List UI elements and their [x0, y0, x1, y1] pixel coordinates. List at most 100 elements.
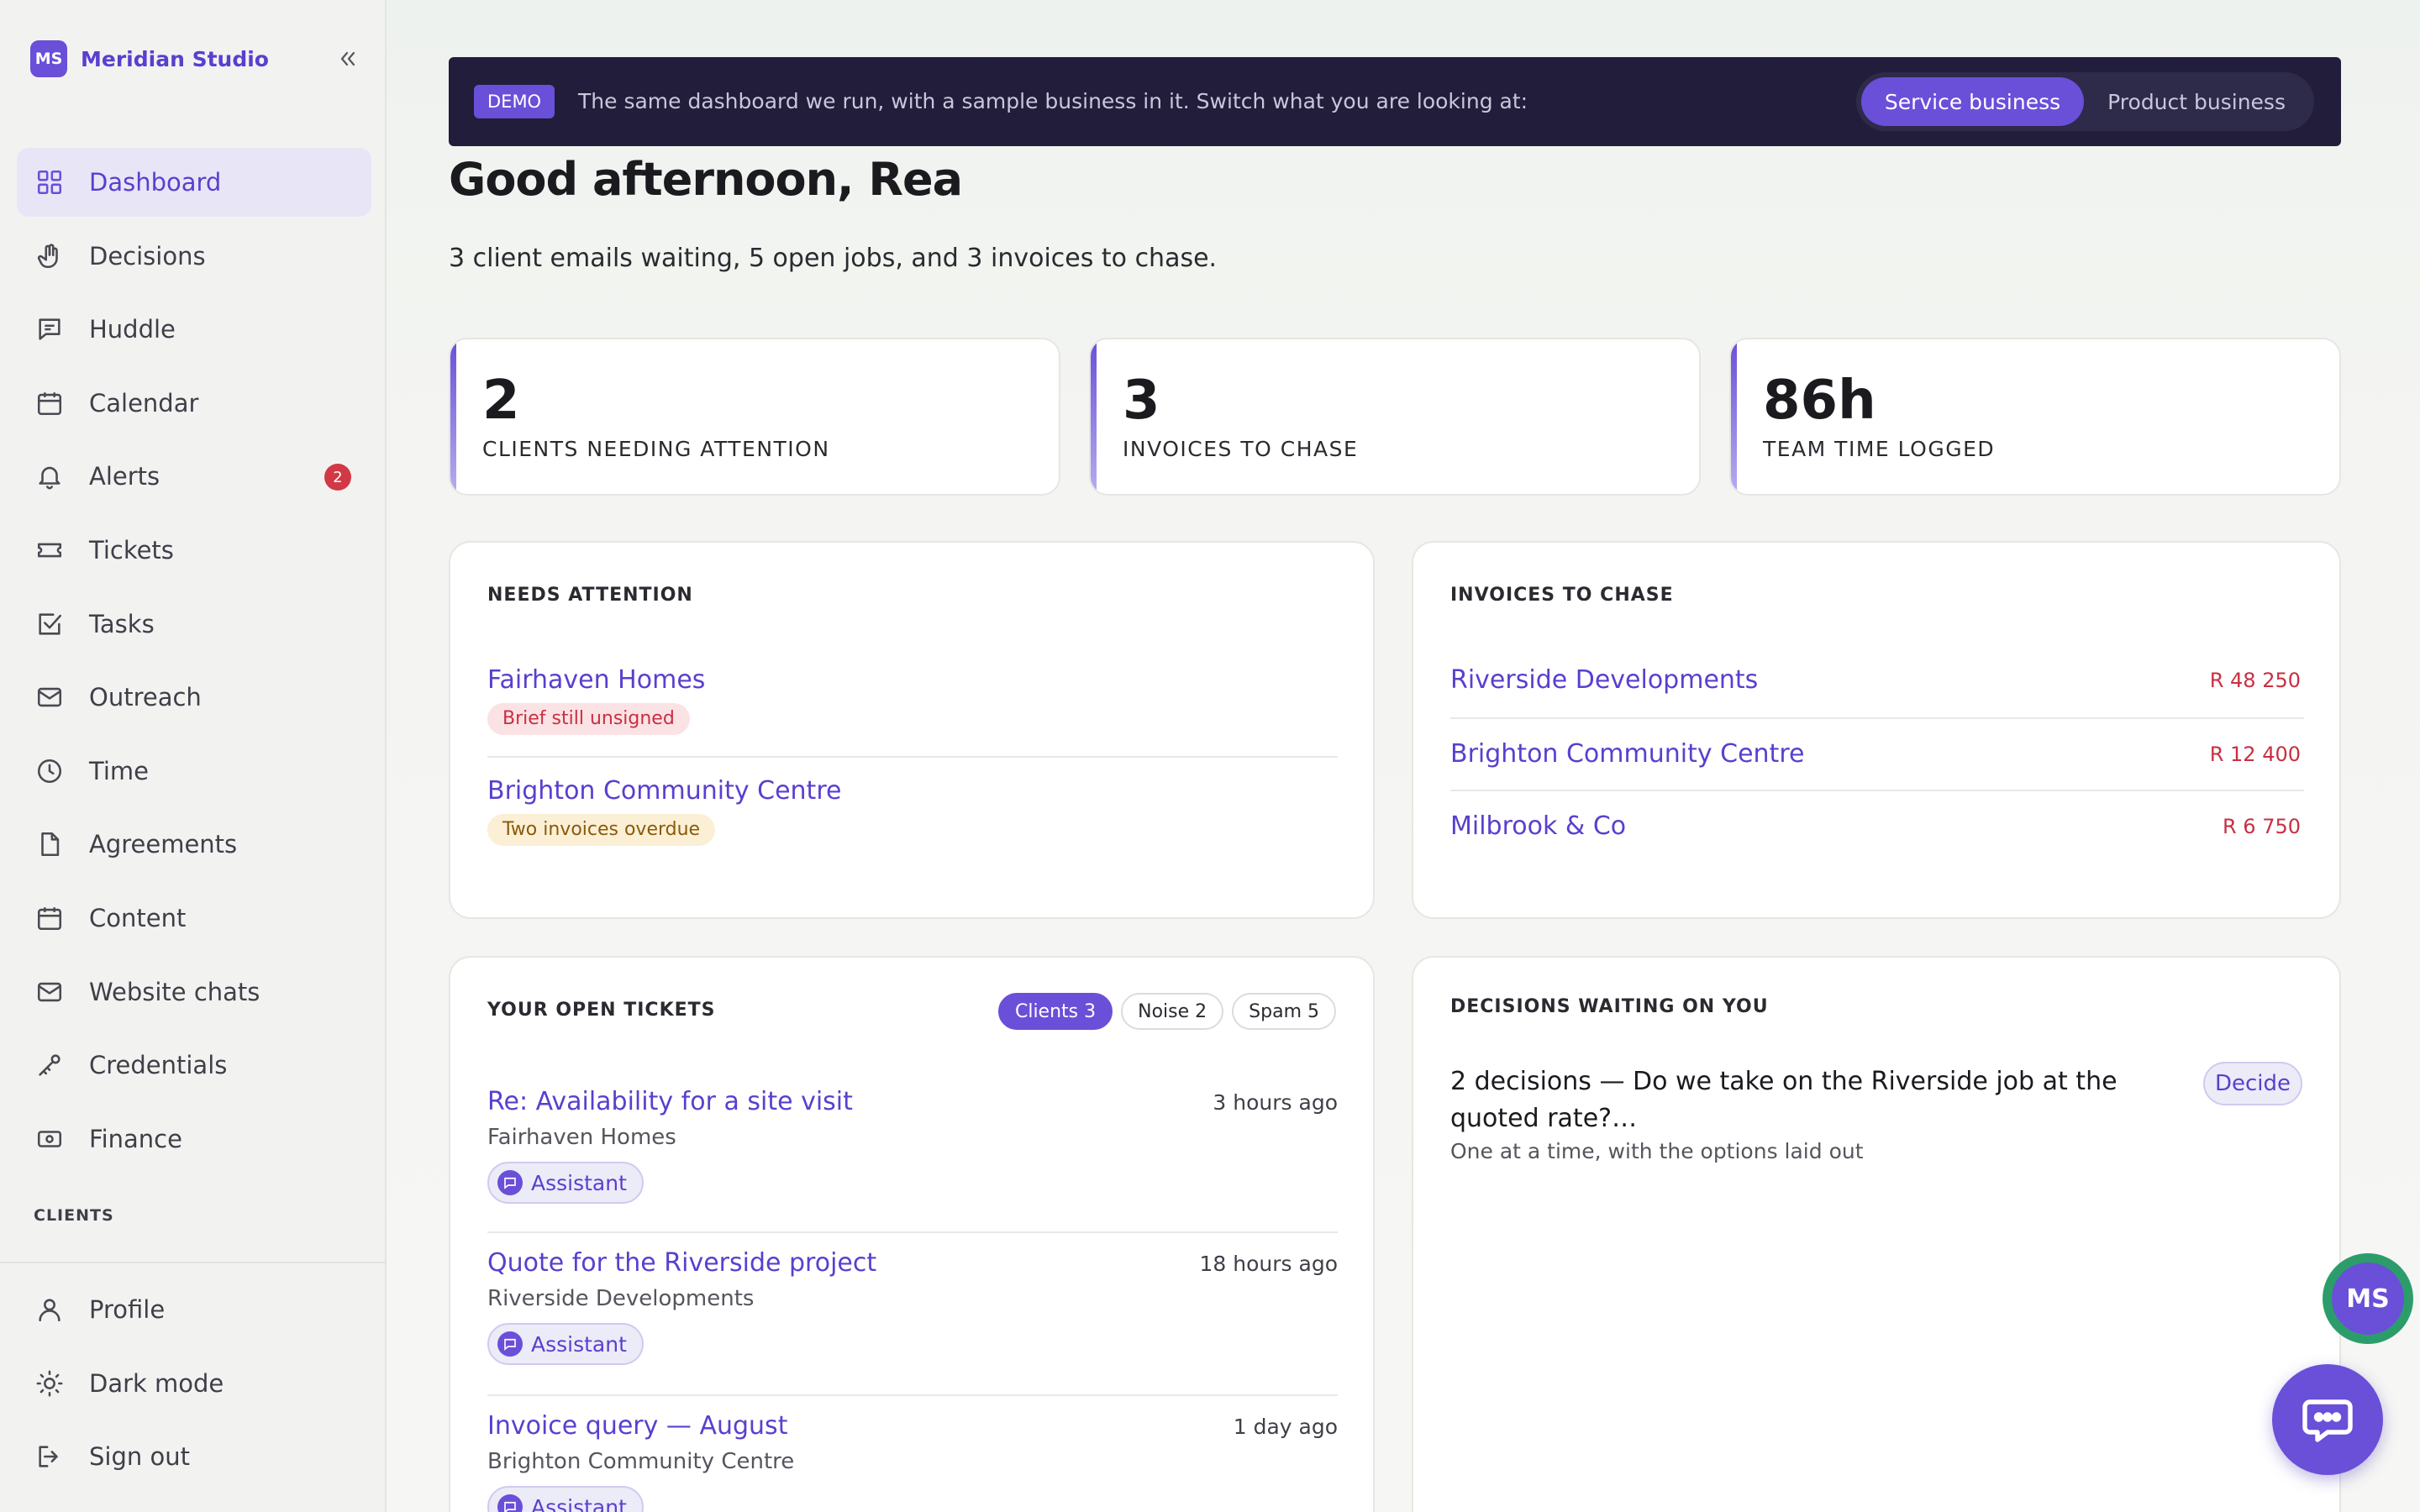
assistant-chat-icon [497, 1494, 523, 1512]
sidebar-item-credentials[interactable]: Credentials [17, 1031, 371, 1100]
decision-subtext: One at a time, with the options laid out [1450, 1139, 1864, 1163]
sidebar-item-label: Credentials [89, 1051, 228, 1080]
client-link[interactable]: Fairhaven Homes [487, 665, 1338, 695]
sidebar-item-decisions[interactable]: Decisions [17, 222, 371, 291]
sidebar-item-sign-out[interactable]: Sign out [17, 1422, 371, 1491]
ticket-row: Invoice query — August 1 day ago Brighto… [487, 1411, 1338, 1512]
brand[interactable]: MS Meridian Studio [30, 40, 269, 77]
row-divider [1450, 717, 2304, 719]
sidebar-item-label: Tasks [89, 609, 155, 638]
invoice-client[interactable]: Milbrook & Co [1450, 811, 1626, 841]
sidebar-item-time[interactable]: Time [17, 737, 371, 806]
avatar: MS [2332, 1263, 2404, 1335]
user-avatar-floating[interactable]: MS [2323, 1253, 2413, 1344]
main-content: DEMO The same dashboard we run, with a s… [387, 0, 2420, 1512]
assistant-chat-icon [497, 1331, 523, 1357]
invoice-amount: R 6 750 [2222, 815, 2301, 838]
list-item: Brighton Community Centre Two invoices o… [487, 776, 1338, 846]
invoice-row[interactable]: Milbrook & Co R 6 750 [1450, 811, 2301, 845]
status-badge: Two invoices overdue [487, 814, 716, 846]
assistant-chat-icon [497, 1170, 523, 1195]
collapse-sidebar-button[interactable] [333, 42, 363, 76]
assistant-label: Assistant [531, 1331, 627, 1357]
stat-card-invoices[interactable]: 3 INVOICES TO CHASE [1089, 338, 1701, 496]
sidebar-item-outreach[interactable]: Outreach [17, 663, 371, 732]
document-icon [34, 828, 66, 860]
alerts-count-badge: 2 [324, 464, 351, 491]
card-title: INVOICES TO CHASE [1450, 585, 1674, 606]
service-business-option[interactable]: Service business [1860, 77, 2085, 126]
invoice-client[interactable]: Riverside Developments [1450, 665, 1758, 695]
user-icon [34, 1294, 66, 1326]
sidebar-item-website-chats[interactable]: Website chats [17, 958, 371, 1026]
bottom-nav: Profile Dark mode Sign out [17, 1275, 371, 1496]
sidebar-item-label: Content [89, 903, 187, 932]
chat-launcher-button[interactable] [2272, 1364, 2383, 1475]
ticket-title[interactable]: Invoice query — August [487, 1411, 1338, 1441]
stat-value: 3 [1123, 370, 1160, 432]
row-divider [1450, 790, 2304, 791]
status-badge: Brief still unsigned [487, 703, 690, 735]
stat-label: INVOICES TO CHASE [1123, 437, 1359, 461]
ticket-time: 3 hours ago [1213, 1090, 1338, 1115]
ticket-time: 18 hours ago [1199, 1252, 1338, 1276]
assistant-button[interactable]: Assistant [487, 1323, 644, 1365]
filter-noise[interactable]: Noise 2 [1121, 993, 1224, 1030]
filter-clients[interactable]: Clients 3 [997, 993, 1113, 1030]
sidebar-item-content[interactable]: Content [17, 884, 371, 953]
sidebar-item-calendar[interactable]: Calendar [17, 369, 371, 438]
checkbox-icon [34, 608, 66, 640]
clock-icon [34, 755, 66, 787]
ticket-row: Re: Availability for a site visit 3 hour… [487, 1087, 1338, 1204]
invoice-row[interactable]: Riverside Developments R 48 250 [1450, 665, 2301, 699]
business-type-switch: Service business Product business [1855, 72, 2314, 131]
calendar-icon [34, 387, 66, 419]
sidebar-item-label: Website chats [89, 977, 260, 1006]
banknote-icon [34, 1123, 66, 1155]
assistant-button[interactable]: Assistant [487, 1162, 644, 1204]
stat-value: 2 [482, 370, 520, 432]
card-title: NEEDS ATTENTION [487, 585, 693, 606]
sidebar-item-label: Calendar [89, 388, 199, 417]
sign-out-icon [34, 1441, 66, 1473]
sidebar-item-huddle[interactable]: Huddle [17, 295, 371, 364]
assistant-button[interactable]: Assistant [487, 1486, 644, 1512]
product-business-option[interactable]: Product business [2084, 77, 2309, 126]
sidebar-item-tasks[interactable]: Tasks [17, 590, 371, 659]
mail-icon [34, 976, 66, 1008]
sun-icon [34, 1368, 66, 1399]
sidebar-divider [0, 1262, 387, 1263]
demo-tag: DEMO [474, 85, 555, 118]
sidebar-item-dark-mode[interactable]: Dark mode [17, 1349, 371, 1418]
sidebar-item-tickets[interactable]: Tickets [17, 516, 371, 585]
ticket-icon [34, 534, 66, 566]
invoice-client[interactable]: Brighton Community Centre [1450, 739, 1804, 769]
stat-card-time[interactable]: 86h TEAM TIME LOGGED [1729, 338, 2341, 496]
sidebar-item-dashboard[interactable]: Dashboard [17, 148, 371, 217]
client-link[interactable]: Brighton Community Centre [487, 776, 1338, 806]
invoice-row[interactable]: Brighton Community Centre R 12 400 [1450, 739, 2301, 773]
ticket-title[interactable]: Re: Availability for a site visit [487, 1087, 1338, 1116]
ticket-row: Quote for the Riverside project 18 hours… [487, 1248, 1338, 1365]
decide-button[interactable]: Decide [2202, 1062, 2302, 1105]
sidebar-item-profile[interactable]: Profile [17, 1275, 371, 1344]
stat-value: 86h [1763, 370, 1876, 432]
sidebar-item-agreements[interactable]: Agreements [17, 810, 371, 879]
open-tickets-card: YOUR OPEN TICKETS Clients 3 Noise 2 Spam… [449, 956, 1375, 1512]
invoice-amount: R 12 400 [2209, 743, 2301, 766]
brand-logo: MS [30, 40, 67, 77]
sidebar-item-finance[interactable]: Finance [17, 1105, 371, 1173]
clients-section-label: CLIENTS [34, 1206, 114, 1225]
sidebar-item-label: Finance [89, 1124, 182, 1153]
sidebar-item-label: Tickets [89, 535, 174, 564]
sidebar-item-label: Sign out [89, 1442, 190, 1472]
hand-icon [34, 240, 66, 272]
sidebar-item-alerts[interactable]: Alerts 2 [17, 442, 371, 511]
row-divider [487, 1394, 1338, 1396]
demo-text: The same dashboard we run, with a sample… [578, 89, 1528, 113]
sidebar-item-label: Agreements [89, 830, 238, 859]
stat-card-clients[interactable]: 2 CLIENTS NEEDING ATTENTION [449, 338, 1060, 496]
decision-headline[interactable]: 2 decisions — Do we take on the Riversid… [1450, 1063, 2173, 1137]
chat-bubble-icon [2302, 1399, 2353, 1442]
filter-spam[interactable]: Spam 5 [1232, 993, 1336, 1030]
